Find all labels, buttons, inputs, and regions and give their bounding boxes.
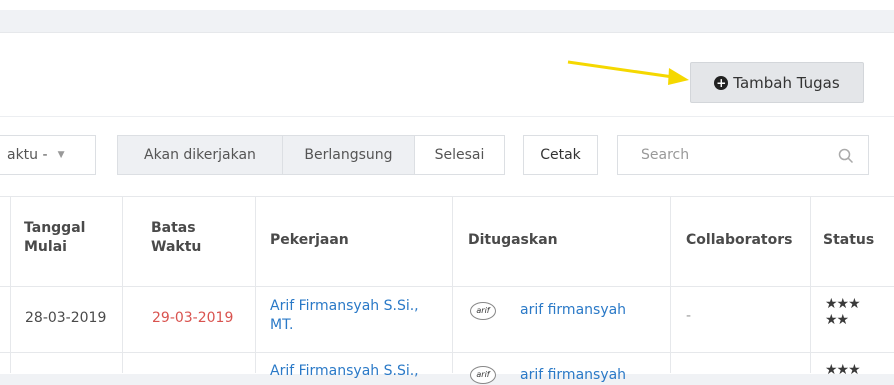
deadline-cell: 29-03-2019 [152, 310, 234, 326]
column-header-job[interactable]: Pekerjaan [270, 231, 349, 250]
column-header-start-date[interactable]: Tanggal Mulai [24, 219, 85, 257]
star-icon: ★★★ [825, 362, 861, 378]
chevron-down-icon: ▼ [57, 150, 65, 160]
time-filter-select[interactable]: aktu - ▼ [0, 135, 96, 175]
tab-label: Berlangsung [304, 147, 393, 163]
search-icon [838, 148, 854, 164]
assignee-link[interactable]: arif firmansyah [520, 366, 626, 385]
avatar: arif [470, 302, 496, 320]
column-header-deadline[interactable]: Batas Waktu [151, 219, 201, 257]
print-button[interactable]: Cetak [523, 135, 598, 175]
column-header-collaborators[interactable]: Collaborators [686, 231, 792, 250]
column-divider [670, 196, 671, 373]
job-link[interactable]: Arif Firmansyah S.Si., [270, 362, 419, 381]
table-row-border [0, 352, 894, 353]
divider [0, 116, 894, 117]
add-task-label: Tambah Tugas [733, 73, 840, 92]
time-filter-value: aktu - [7, 147, 48, 163]
job-text-line: Arif Firmansyah S.Si., [270, 363, 419, 379]
column-divider [122, 196, 123, 373]
job-link[interactable]: Arif Firmansyah S.Si., MT. [270, 297, 419, 335]
column-divider [810, 196, 811, 373]
search-placeholder: Search [641, 147, 690, 163]
collaborators-cell: - [686, 308, 692, 324]
start-date-cell: 28-03-2019 [25, 310, 107, 326]
header-line: Mulai [24, 239, 67, 255]
print-label: Cetak [540, 147, 581, 163]
table-row-border [0, 286, 894, 287]
annotation-arrow-icon [567, 60, 689, 85]
tab-selesai[interactable]: Selesai [414, 135, 505, 175]
column-header-assigned[interactable]: Ditugaskan [468, 231, 558, 250]
job-text-line: Arif Firmansyah S.Si., [270, 298, 419, 314]
add-task-button[interactable]: + Tambah Tugas [690, 62, 864, 103]
tab-akan-dikerjakan[interactable]: Akan dikerjakan [117, 135, 283, 175]
tab-label: Akan dikerjakan [144, 147, 256, 163]
column-divider [10, 196, 11, 373]
priority-stars: ★★★ ★★ [825, 296, 861, 328]
tab-berlangsung[interactable]: Berlangsung [282, 135, 415, 175]
job-text-line: MT. [270, 317, 294, 333]
header-line: Batas [151, 220, 196, 236]
star-icon: ★★ [825, 312, 849, 328]
plus-circle-icon: + [714, 75, 729, 90]
column-divider [452, 196, 453, 373]
header-line: Tanggal [24, 220, 86, 236]
top-strip [0, 0, 894, 10]
star-icon: ★★★ [825, 296, 861, 312]
assignee-link[interactable]: arif firmansyah [520, 301, 626, 320]
tab-label: Selesai [434, 147, 485, 163]
priority-stars: ★★★ [825, 362, 861, 378]
table-header-top-border [0, 196, 894, 197]
search-field[interactable]: Search [617, 135, 869, 175]
header-line: Waktu [151, 239, 202, 255]
column-divider [255, 196, 256, 373]
avatar: arif [470, 366, 496, 384]
column-header-status[interactable]: Status [823, 231, 874, 250]
